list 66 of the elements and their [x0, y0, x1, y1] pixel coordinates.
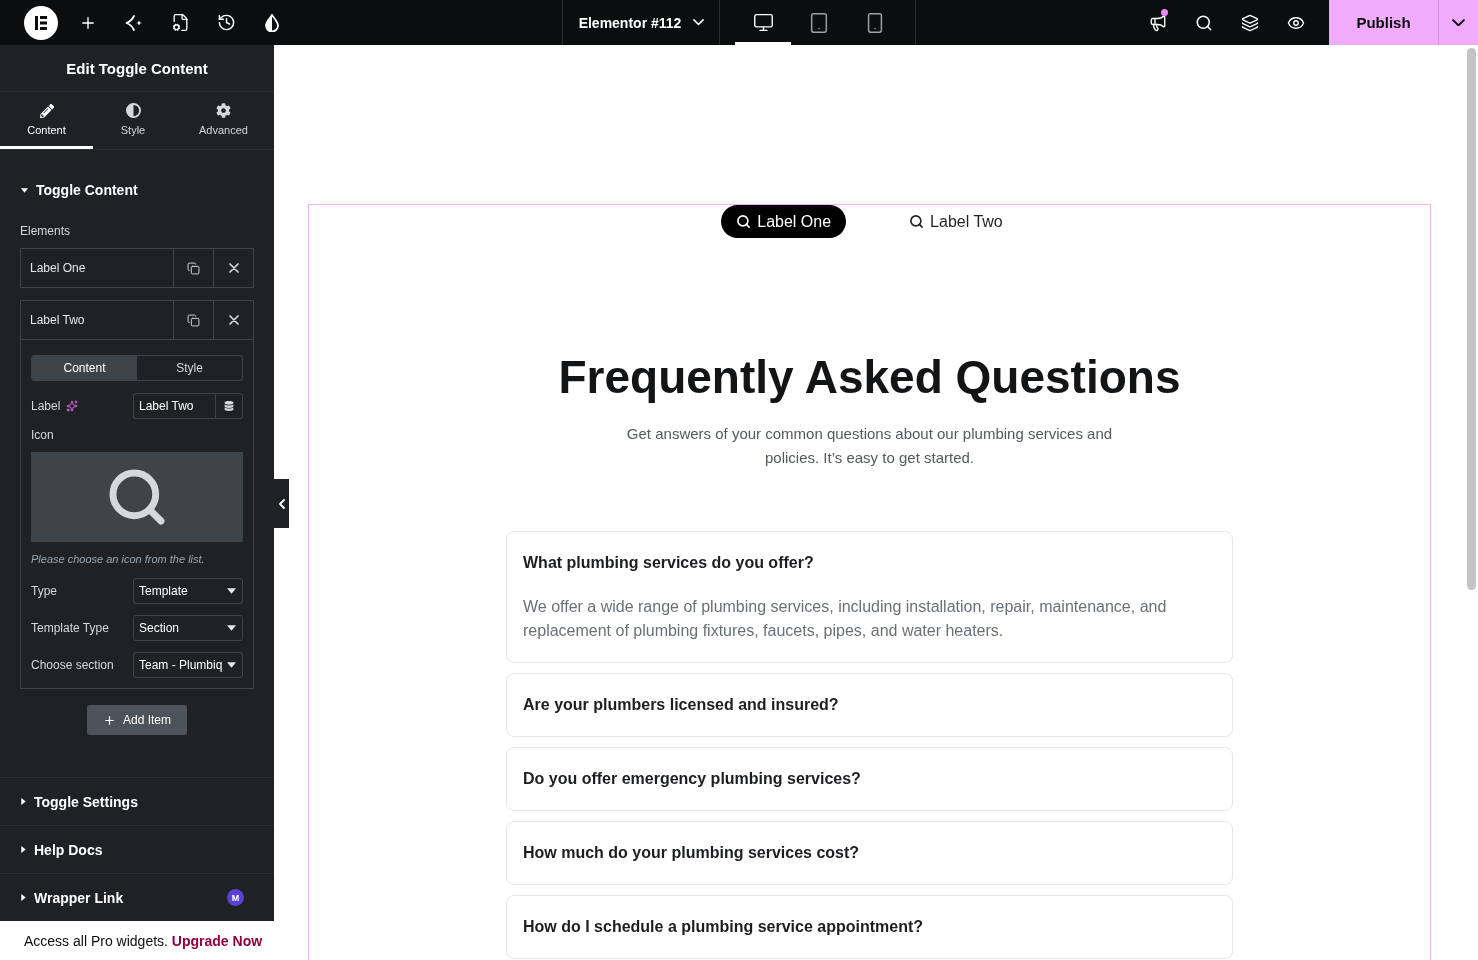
- field-hint: Please choose an icon from the list.: [31, 553, 206, 565]
- collapse-panel-handle[interactable]: [274, 479, 289, 528]
- faq-heading: Frequently Asked Questions: [558, 350, 1181, 405]
- chevron-down-icon: [1452, 18, 1465, 27]
- dynamic-tags-button[interactable]: [215, 393, 243, 419]
- publish-button[interactable]: Publish: [1329, 0, 1438, 45]
- caret-down-icon: [227, 662, 236, 668]
- caret-down-icon: [227, 588, 236, 594]
- chevron-down-icon: [693, 19, 705, 26]
- copy-icon: [187, 313, 200, 327]
- dropdown-select[interactable]: Template: [133, 578, 243, 604]
- inner-tab[interactable]: Content: [32, 356, 137, 380]
- label-input[interactable]: Label Two: [133, 393, 215, 419]
- section-header[interactable]: Toggle Content: [0, 166, 274, 214]
- search-icon: [1195, 13, 1213, 32]
- history-icon: [216, 13, 236, 32]
- monitor-icon: [752, 12, 774, 33]
- icon-picker[interactable]: [31, 452, 243, 542]
- field-label: Type: [31, 584, 58, 598]
- panel-tab[interactable]: Style: [93, 92, 173, 149]
- toggle-tab[interactable]: Label Two: [894, 205, 1018, 238]
- repeater-item-title[interactable]: Label One: [21, 249, 173, 287]
- dropdown-select[interactable]: Team - Plumbiq: [133, 652, 243, 678]
- field-label: Label: [31, 399, 61, 413]
- file-gear-icon: [170, 13, 190, 32]
- faq-question[interactable]: How much do your plumbing services cost?: [523, 841, 1216, 865]
- panel-tab[interactable]: Advanced: [173, 92, 274, 149]
- faq-question[interactable]: Are your plumbers licensed and insured?: [523, 693, 1216, 717]
- inner-tab[interactable]: Style: [137, 356, 242, 380]
- faq-question[interactable]: What plumbing services do you offer?: [523, 551, 1216, 575]
- field-label: Icon: [31, 428, 55, 442]
- field-label: Template Type: [31, 621, 110, 635]
- add-item-button[interactable]: Add Item: [87, 705, 187, 735]
- layers-icon: [1241, 13, 1259, 32]
- half-circle-icon: [125, 103, 141, 118]
- repeater-item-title[interactable]: Label Two: [21, 301, 173, 339]
- faq-subheading: Get answers of your common questions about our plumbing services and policies. It’s easy to get started.: [625, 424, 1114, 468]
- dropdown-select[interactable]: Section: [133, 615, 243, 641]
- promo-text: Access all Pro widgets. Upgrade Now: [24, 932, 263, 949]
- gear-icon: [216, 103, 231, 118]
- sparkle-chevron-icon: [125, 14, 143, 31]
- megaphone-icon: [1149, 13, 1167, 32]
- sparkles-icon[interactable]: [66, 400, 79, 412]
- toggle-tab[interactable]: Label One: [721, 205, 847, 238]
- faq-answer: We offer a wide range of plumbing services, including installation, repair, maintenance, and replacement of plumbing fixtures, faucets, pipes, and water heaters.: [523, 597, 1168, 641]
- search-icon: [736, 214, 752, 229]
- scrollbar-thumb[interactable]: [1467, 48, 1476, 590]
- panel-title: Edit Toggle Content: [66, 59, 208, 77]
- panel-tab[interactable]: Content: [0, 92, 93, 149]
- search-icon: [909, 214, 925, 229]
- faq-question[interactable]: Do you offer emergency plumbing services?: [523, 767, 1216, 791]
- plus-icon: [103, 713, 116, 727]
- pencil-icon: [39, 103, 54, 118]
- close-icon: [228, 315, 239, 325]
- contrast-drop-icon: [265, 13, 279, 32]
- copy-icon: [187, 261, 200, 275]
- field-label: Elements: [20, 224, 72, 238]
- chevron-left-icon: [278, 498, 285, 509]
- field-label: Choose section: [31, 658, 115, 672]
- faq-question[interactable]: How do I schedule a plumbing service appointment?: [523, 915, 1216, 939]
- upgrade-link[interactable]: Upgrade Now: [171, 932, 263, 949]
- addon-badge: M: [227, 889, 244, 906]
- app-logo[interactable]: [24, 5, 58, 40]
- caret-down-icon: [227, 625, 236, 631]
- close-icon: [228, 263, 239, 273]
- database-icon: [224, 401, 234, 411]
